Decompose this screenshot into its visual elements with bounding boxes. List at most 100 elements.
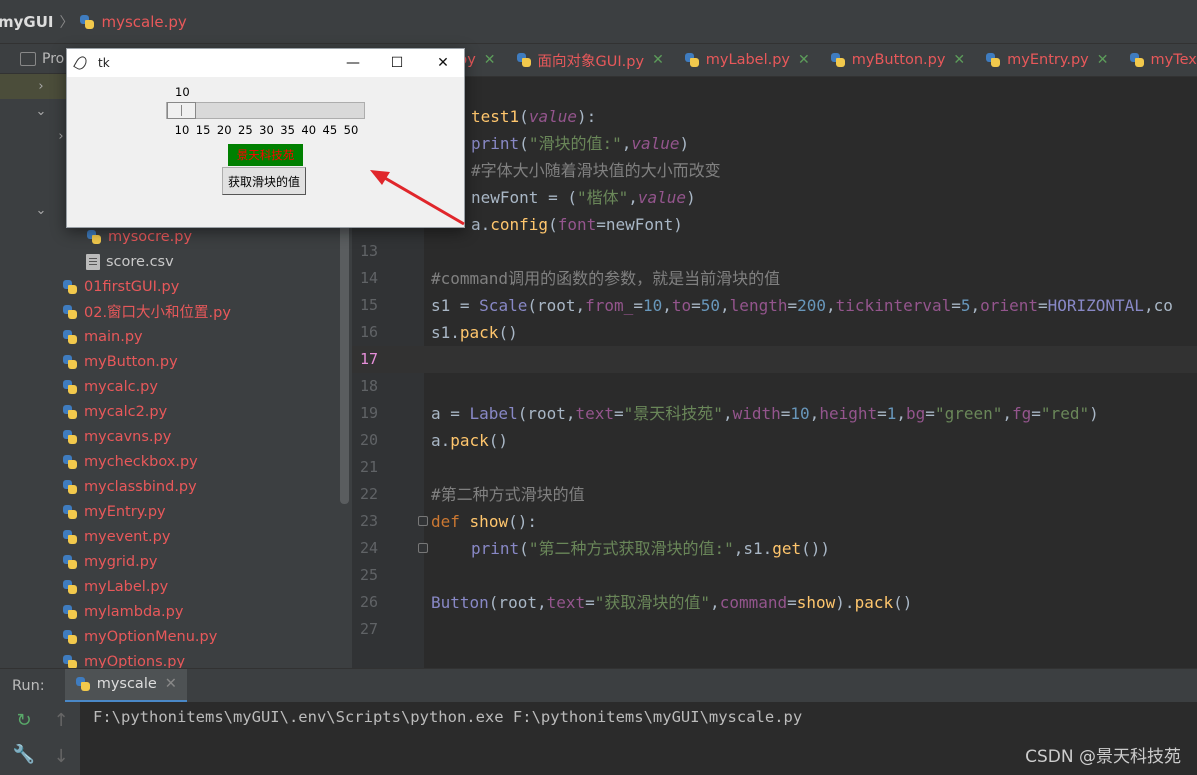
editor-tab[interactable]: myEntry.py ✕ [975,44,1118,77]
tree-expand-toggle[interactable]: ⌄ [34,198,48,223]
line-number: 16 [359,323,378,341]
python-file-icon [62,604,78,620]
scale-tick-label: 20 [216,123,232,137]
annotation-arrow [370,170,465,226]
code-line: s1.pack() [431,323,518,342]
editor-tab[interactable]: myLabel.py ✕ [674,44,820,77]
maximize-button[interactable]: ☐ [374,49,420,77]
minimize-button[interactable]: — [330,49,376,77]
close-icon[interactable]: ✕ [953,52,965,68]
file-tree-item[interactable]: myButton.py [62,349,178,374]
breadcrumb-project[interactable]: myGUI [0,13,53,31]
run-tab[interactable]: myscale ✕ [64,668,187,703]
file-tree-item[interactable]: mylambda.py [62,599,183,624]
code-line: #字体大小随着滑块值的大小而改变 [471,161,721,180]
arrow-up-icon[interactable]: ↑ [49,710,73,731]
arrow-down-icon[interactable]: ↓ [49,746,73,767]
close-icon[interactable]: ✕ [165,676,177,692]
file-tree-item-label: mycalc.py [84,378,158,395]
python-file-icon [62,304,78,320]
code-line: a = Label(root,text="景天科技苑",width=10,hei… [431,404,1099,423]
python-file-icon [62,279,78,295]
run-tool-window-bar: Run: myscale ✕ [0,668,1197,703]
close-icon[interactable]: ✕ [1097,52,1109,68]
line-number: 26 [359,593,378,611]
python-file-icon [684,52,700,68]
file-tree-item[interactable]: mygrid.py [62,549,158,574]
scale-tick-label: 45 [322,123,338,137]
chevron-down-icon[interactable]: ⌄ [34,203,48,218]
file-tree-item[interactable]: myOptions.py [62,649,185,668]
python-file-icon [830,52,846,68]
get-value-button[interactable]: 获取滑块的值 [222,167,306,195]
scale-trough[interactable] [166,102,365,119]
file-tree-item[interactable]: myclassbind.py [62,474,197,499]
file-tree-item[interactable]: mycavns.py [62,424,171,449]
python-file-icon [75,676,91,692]
file-tree-item-label: myLabel.py [84,578,169,595]
file-tree-item-label: 02.窗口大小和位置.py [84,305,231,321]
file-tree-item-label: myEntry.py [84,503,166,520]
file-tree-item[interactable]: myLabel.py [62,574,168,599]
code-line: print("滑块的值:",value) [471,134,690,153]
code-editor[interactable]: test1(value): print("滑块的值:",value) #字体大小随着… [352,77,1197,668]
close-icon[interactable]: ✕ [484,52,496,68]
file-tree-item[interactable]: 01firstGUI.py [62,274,179,299]
chevron-down-icon[interactable]: ⌄ [34,104,48,119]
tree-expand-toggle[interactable]: › [34,74,48,99]
console-toolbar: ↻ ↑ 🔧 ↓ [0,702,80,775]
python-file-icon [62,404,78,420]
editor-tab-label: myEntry.py [1007,52,1089,68]
python-file-icon [62,654,78,668]
console-output: F:\pythonitems\myGUI\.env\Scripts\python… [93,708,803,726]
code-line: def show(): [431,512,537,531]
line-number: 19 [359,404,378,422]
file-tree-item-label: myOptions.py [84,653,186,669]
file-tree-item[interactable]: main.py [62,324,143,349]
close-button[interactable]: ✕ [420,49,466,77]
editor-tab-label: myLabel.py [705,52,791,68]
file-tree-item-label: myOptionMenu.py [84,628,218,645]
chevron-right-icon[interactable]: › [34,79,48,94]
scale-tick-label: 30 [259,123,274,137]
scale-slider-thumb[interactable] [167,102,196,119]
fold-marker-icon[interactable] [418,543,428,553]
file-tree-item[interactable]: 02.窗口大小和位置.py [62,299,231,324]
project-view-icon [20,51,36,66]
file-tree-item[interactable]: mycheckbox.py [62,449,198,474]
file-tree-item-label: mygrid.py [84,553,158,570]
editor-tab[interactable]: myText.py [1119,44,1197,77]
file-tree-item[interactable]: myEntry.py [62,499,166,524]
line-number: 27 [359,620,378,638]
breadcrumb-file[interactable]: myscale.py [101,13,186,31]
file-tree-item[interactable]: myOptionMenu.py [62,624,217,649]
file-tree-item[interactable]: score.csv [86,249,174,274]
editor-tab[interactable]: myButton.py ✕ [820,44,975,77]
line-number: 13 [359,242,378,260]
rerun-icon[interactable]: ↻ [12,710,36,731]
breadcrumb-bar: myGUI 〉 myscale.py [0,0,1197,44]
tree-expand-toggle[interactable]: ⌄ [34,99,48,124]
editor-tab[interactable]: 面向对象GUI.py ✕ [506,44,674,77]
python-file-icon [62,379,78,395]
python-file-icon [62,529,78,545]
close-icon[interactable]: ✕ [798,52,810,68]
current-line-highlight [352,346,1197,373]
code-line: #第二种方式滑块的值 [431,485,585,504]
file-tree-item[interactable]: mycalc2.py [62,399,167,424]
scale-tick-label: 10 [174,123,190,137]
file-tree-item[interactable]: myevent.py [62,524,170,549]
wrench-icon[interactable]: 🔧 [12,744,36,765]
close-icon[interactable]: ✕ [652,52,664,68]
tk-window-title: tk [98,56,110,70]
code-line: print("第二种方式获取滑块的值:",s1.get()) [471,539,831,558]
code-line: s1 = Scale(root,from_=10,to=50,length=20… [431,296,1173,315]
file-tree-item[interactable]: mycalc.py [62,374,158,399]
editor-tab-bar: py ✕ 面向对象GUI.py ✕ myLabel.py ✕ myButton.py ✕… [352,44,1197,77]
tk-title-bar[interactable]: tk — ☐ ✕ [67,49,464,77]
run-console[interactable]: ↻ ↑ 🔧 ↓ F:\pythonitems\myGUI\.env\Script… [0,702,1197,775]
scale-tick-label: 35 [280,123,295,137]
watermark: CSDN @景天科技苑 [1025,747,1181,767]
fold-marker-icon[interactable] [418,516,428,526]
python-file-icon [516,52,532,68]
